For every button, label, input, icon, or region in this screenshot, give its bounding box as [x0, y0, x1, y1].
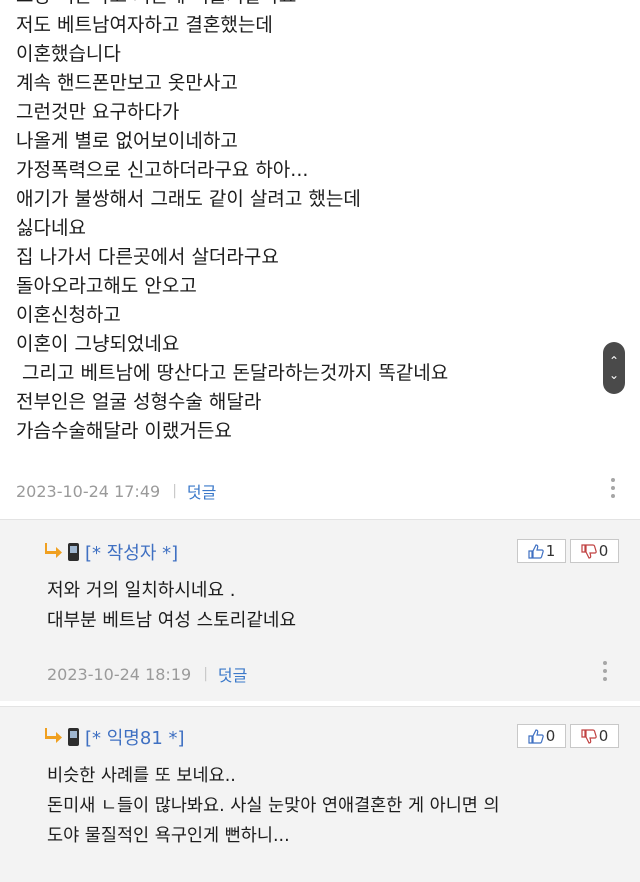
reply-body: 비슷한 사례를 또 보네요.. 돈미새 ㄴ들이 많나봐요. 사실 눈맞아 연애결혼…	[47, 761, 500, 851]
reply-body: 저와 거의 일치하시네요 . 대부분 베트남 여성 스토리같네요	[47, 576, 296, 636]
reply-comment: [* 익명81 *] 0 0 비슷한 사례를 또 보네요.. 돈미새 ㄴ들이 많나…	[0, 706, 640, 882]
downvote-count: 0	[598, 542, 609, 560]
mobile-phone-icon	[68, 728, 79, 746]
comment-line: 집 나가서 다른곳에서 살더라구요	[16, 246, 279, 268]
reply-line: 도야 물질적인 욕구인게 뻔하니...	[47, 826, 290, 846]
reply-header: [* 작성자 *]	[44, 539, 178, 565]
chevron-up-icon[interactable]: ⌃	[609, 354, 619, 368]
comment-meta: 2023-10-24 17:49 | 덧글	[16, 479, 216, 503]
main-comment: 그냥 이혼하고 지근게 더를거같아요 저도 베트남여자하고 결혼했는데 이혼했습…	[0, 0, 640, 519]
reply-timestamp: 2023-10-24 18:19	[47, 664, 192, 684]
more-vertical-icon[interactable]	[601, 661, 609, 681]
downvote-button[interactable]: 0	[570, 724, 619, 748]
comment-line: 그런것만 요구하다가	[16, 101, 180, 123]
chevron-down-icon[interactable]: ⌄	[609, 368, 619, 382]
reply-author[interactable]: [* 익명81 *]	[85, 724, 185, 750]
reply-header: [* 익명81 *]	[44, 724, 185, 750]
comment-line: 이혼신청하고	[16, 304, 121, 326]
reply-line: 비슷한 사례를 또 보네요..	[47, 766, 236, 786]
reply-link[interactable]: 덧글	[187, 479, 216, 503]
upvote-count: 1	[545, 542, 556, 560]
downvote-count: 0	[598, 727, 609, 745]
reply-arrow-icon	[44, 727, 64, 748]
comment-body: 그냥 이혼하고 지근게 더를거같아요 저도 베트남여자하고 결혼했는데 이혼했습…	[16, 0, 448, 446]
comment-line: 돌아오라고해도 안오고	[16, 275, 197, 297]
meta-divider: |	[203, 666, 208, 682]
comment-timestamp: 2023-10-24 17:49	[16, 481, 161, 501]
comment-line: 가슴수술해달라 이랬거든요	[16, 420, 232, 442]
comment-line: 저도 베트남여자하고 결혼했는데	[16, 14, 273, 36]
comment-line: 애기가 불쌍해서 그래도 같이 살려고 했는데	[16, 188, 361, 210]
reply-link[interactable]: 덧글	[218, 662, 247, 686]
mobile-phone-icon	[68, 543, 79, 561]
comment-line: 전부인은 얼굴 성형수술 해달라	[16, 391, 262, 413]
comment-line: 그냥 이혼하고 지근게 더를거같아요	[16, 0, 448, 11]
reply-line: 저와 거의 일치하시네요 .	[47, 580, 236, 601]
upvote-button[interactable]: 0	[517, 724, 566, 748]
reply-comment: [* 작성자 *] 1 0 저와 거의 일치하시네요 . 대부분 베트남 여성 스…	[0, 519, 640, 701]
meta-divider: |	[172, 483, 177, 499]
comment-line: 싫다네요	[16, 217, 86, 239]
comment-line: 계속 핸드폰만보고 옷만사고	[16, 72, 238, 94]
comment-line: 나올게 별로 없어보이네하고	[16, 130, 238, 152]
upvote-count: 0	[545, 727, 556, 745]
reply-meta: 2023-10-24 18:19 | 덧글	[47, 662, 247, 686]
thumbs-up-icon	[528, 728, 544, 744]
thumbs-up-icon	[528, 543, 544, 559]
comment-line: 가정폭력으로 신고하더라구요 하아...	[16, 159, 309, 181]
thumbs-down-icon	[581, 543, 597, 559]
comment-line: 이혼했습니다	[16, 43, 121, 65]
reply-line: 대부분 베트남 여성 스토리같네요	[47, 610, 297, 631]
reply-author[interactable]: [* 작성자 *]	[85, 539, 178, 565]
scroll-up-down-icon[interactable]: ⌃ ⌄	[603, 342, 625, 394]
reply-line: 돈미새 ㄴ들이 많나봐요. 사실 눈맞아 연애결혼한 게 아니면 의	[47, 796, 500, 816]
comment-line: 이혼이 그냥되었네요	[16, 333, 180, 355]
thumbs-down-icon	[581, 728, 597, 744]
upvote-button[interactable]: 1	[517, 539, 566, 563]
comment-line: 그리고 베트남에 땅산다고 돈달라하는것까지 똑같네요	[16, 362, 449, 384]
reply-arrow-icon	[44, 542, 64, 563]
more-vertical-icon[interactable]	[609, 478, 617, 498]
downvote-button[interactable]: 0	[570, 539, 619, 563]
